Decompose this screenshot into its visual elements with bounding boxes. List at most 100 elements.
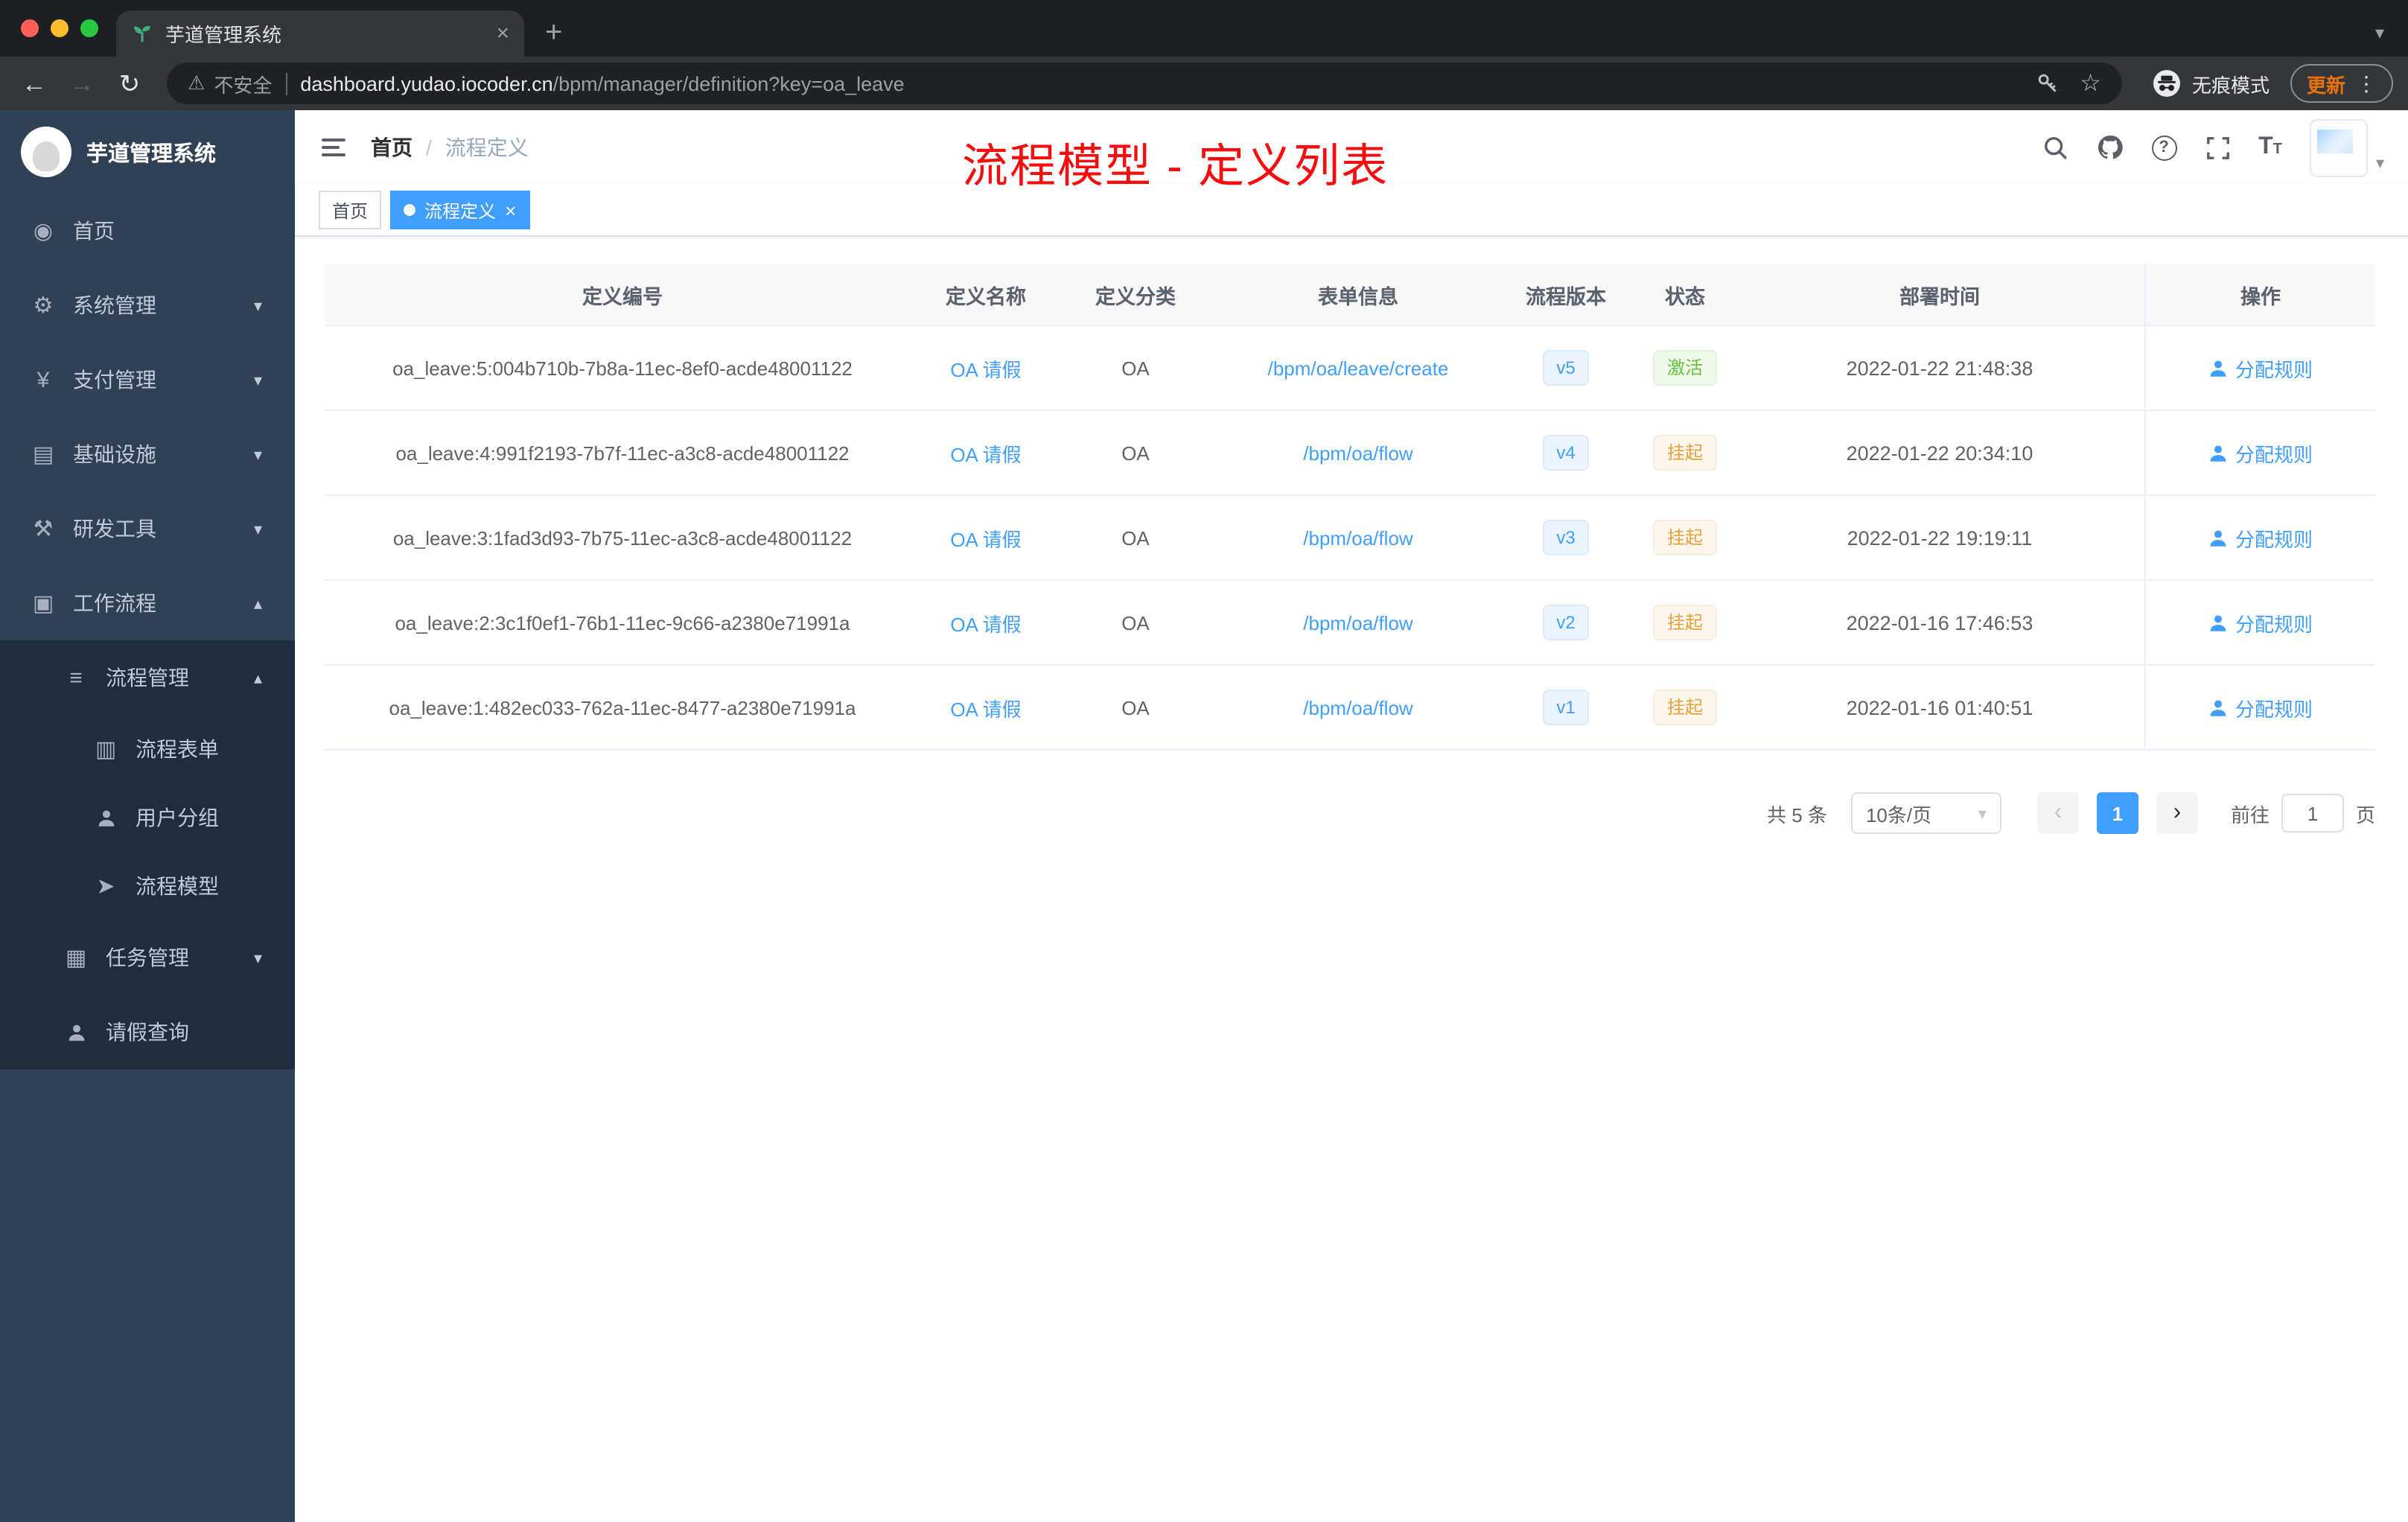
back-button[interactable]: ← (15, 71, 54, 96)
password-key-icon[interactable] (2035, 71, 2059, 95)
cell-definition-name[interactable]: OA 请假 (920, 326, 1051, 410)
sidebar-item-9[interactable]: ➤ 流程模型 (0, 852, 295, 920)
cell-definition-id: oa_leave:4:991f2193-7b7f-11ec-a3c8-acde4… (395, 442, 850, 464)
browser-toolbar: ← → ↻ ⚠ 不安全 dashboard.yudao.iocoder.cn/b… (0, 57, 2408, 110)
update-chip[interactable]: 更新 ⋮ (2290, 64, 2393, 103)
close-window-button[interactable] (21, 19, 39, 37)
next-page-button[interactable]: › (2156, 792, 2198, 834)
cell-definition-name[interactable]: OA 请假 (920, 411, 1051, 494)
page-size-select[interactable]: 10条/页 ▾ (1850, 792, 2001, 834)
tag-close-icon[interactable]: × (505, 200, 516, 220)
assign-rule-link[interactable]: 分配规则 (2208, 439, 2313, 467)
cell-definition-id: oa_leave:5:004b710b-7b8a-11ec-8ef0-acde4… (392, 357, 853, 379)
help-icon[interactable]: ? (2151, 135, 2177, 160)
update-label: 更新 (2306, 74, 2345, 96)
current-page-button[interactable]: 1 (2096, 792, 2138, 834)
bookmark-star-icon[interactable]: ☆ (2080, 69, 2101, 98)
sidebar-item-7[interactable]: ▥ 流程表单 (0, 715, 295, 783)
browser-tab[interactable]: 芋道管理系统 × (116, 10, 524, 57)
column-header-7: 操作 (2144, 264, 2375, 325)
infra-icon: ▤ (32, 442, 54, 467)
minimize-window-button[interactable] (51, 19, 69, 37)
cell-action[interactable]: 分配规则 (2144, 666, 2375, 749)
user-avatar-dropdown[interactable]: ▾ (2310, 118, 2384, 176)
cell-deploy-time: 2022-01-22 19:19:11 (1847, 526, 2033, 549)
zoom-window-button[interactable] (80, 19, 98, 37)
font-size-icon[interactable]: TT (2258, 135, 2282, 159)
breadcrumb-separator: / (426, 136, 432, 159)
cell-action[interactable]: 分配规则 (2144, 581, 2375, 664)
tab-close-icon[interactable]: × (496, 21, 509, 46)
reload-button[interactable]: ↻ (110, 71, 149, 96)
sidebar-item-0[interactable]: ◉ 首页 (0, 194, 295, 268)
sidebar-item-10[interactable]: ▦ 任务管理 ▾ (0, 920, 295, 995)
sidebar-item-2[interactable]: ¥ 支付管理 ▾ (0, 343, 295, 417)
cell-form-link[interactable]: /bpm/oa/flow (1220, 411, 1497, 494)
sidebar: 芋道管理系统 ◉ 首页 ⚙ 系统管理 ▾ ¥ 支付管理 ▾ ▤ 基础设施 ▾ ⚒ 研发工具 ▾ ▣ 工作流程 ▴… (0, 110, 295, 1522)
goto-page-input[interactable] (2281, 794, 2344, 832)
forward-button[interactable]: → (63, 71, 101, 96)
column-header-0: 定义编号 (582, 285, 663, 308)
cell-version: v3 (1497, 496, 1635, 579)
incognito-icon (2152, 69, 2182, 98)
sidebar-brand[interactable]: 芋道管理系统 (0, 110, 295, 194)
tag-0[interactable]: 首页 (319, 191, 382, 229)
sidebar-item-3[interactable]: ▤ 基础设施 ▾ (0, 417, 295, 491)
table-row-1: oa_leave:4:991f2193-7b7f-11ec-a3c8-acde4… (325, 411, 2375, 496)
cell-deploy-time: 2022-01-22 20:34:10 (1846, 442, 2033, 464)
form-icon: ▥ (95, 736, 117, 762)
cell-definition-name[interactable]: OA 请假 (920, 496, 1051, 579)
sidebar-item-6[interactable]: ≡ 流程管理 ▴ (0, 640, 295, 715)
sidebar-item-5[interactable]: ▣ 工作流程 ▴ (0, 566, 295, 640)
cell-action[interactable]: 分配规则 (2144, 496, 2375, 579)
assign-rule-link[interactable]: 分配规则 (2208, 608, 2313, 637)
app-root: 芋道管理系统 ◉ 首页 ⚙ 系统管理 ▾ ¥ 支付管理 ▾ ▤ 基础设施 ▾ ⚒ 研发工具 ▾ ▣ 工作流程 ▴… (0, 110, 2408, 1522)
traffic-lights (21, 19, 98, 37)
warning-icon: ⚠ (188, 71, 206, 94)
cell-definition-name[interactable]: OA 请假 (920, 581, 1051, 664)
hamburger-icon[interactable] (319, 133, 348, 162)
page-size-value: 10条/页 (1865, 803, 1932, 826)
pagination-total: 共 5 条 (1767, 803, 1827, 826)
cell-form-link[interactable]: /bpm/oa/flow (1220, 496, 1497, 579)
column-header-5: 状态 (1665, 285, 1705, 308)
chevron-down-icon: ▾ (253, 949, 262, 967)
sidebar-item-1[interactable]: ⚙ 系统管理 ▾ (0, 268, 295, 343)
yen-icon: ¥ (36, 367, 50, 392)
tag-1[interactable]: 流程定义 × (390, 191, 530, 229)
column-header-3: 表单信息 (1318, 285, 1398, 308)
security-chip[interactable]: ⚠ 不安全 (188, 69, 272, 98)
assign-rule-link[interactable]: 分配规则 (2208, 693, 2313, 722)
cell-definition-name[interactable]: OA 请假 (920, 666, 1051, 749)
new-tab-button[interactable]: + (545, 18, 562, 48)
prev-page-button[interactable]: ‹ (2036, 792, 2079, 834)
tab-search-chevron-icon[interactable]: ▾ (2375, 22, 2384, 43)
breadcrumb-home[interactable]: 首页 (371, 133, 413, 162)
address-bar[interactable]: ⚠ 不安全 dashboard.yudao.iocoder.cn/bpm/man… (167, 63, 2122, 104)
sidebar-item-4[interactable]: ⚒ 研发工具 ▾ (0, 491, 295, 566)
chevron-down-icon: ▾ (253, 297, 262, 315)
fullscreen-icon[interactable] (2205, 135, 2230, 160)
search-icon[interactable] (2042, 135, 2068, 160)
cell-definition-id: oa_leave:2:3c1f0ef1-76b1-11ec-9c66-a2380… (395, 611, 850, 634)
assign-rule-link[interactable]: 分配规则 (2208, 523, 2313, 552)
avatar[interactable] (2310, 118, 2369, 176)
cell-action[interactable]: 分配规则 (2144, 411, 2375, 494)
cell-action[interactable]: 分配规则 (2144, 326, 2375, 410)
assign-rule-link[interactable]: 分配规则 (2208, 354, 2313, 382)
sidebar-item-11[interactable]: 请假查询 (0, 995, 295, 1069)
cell-form-link[interactable]: /bpm/oa/leave/create (1220, 326, 1497, 410)
github-icon[interactable] (2096, 134, 2123, 161)
cell-category: OA (1121, 357, 1150, 379)
sidebar-item-8[interactable]: 用户分组 (0, 783, 295, 852)
table-body: oa_leave:5:004b710b-7b8a-11ec-8ef0-acde4… (325, 326, 2375, 751)
cell-form-link[interactable]: /bpm/oa/flow (1220, 581, 1497, 664)
cell-version: v4 (1497, 411, 1635, 494)
table-row-4: oa_leave:1:482ec033-762a-11ec-8477-a2380… (325, 666, 2375, 751)
task-icon: ▦ (65, 945, 87, 970)
cell-form-link[interactable]: /bpm/oa/flow (1220, 666, 1497, 749)
browser-menu-icon[interactable]: ⋮ (2356, 71, 2377, 96)
navbar-right: ? TT ▾ (2042, 118, 2384, 176)
column-header-2: 定义分类 (1095, 285, 1176, 308)
cell-version: v2 (1497, 581, 1635, 664)
